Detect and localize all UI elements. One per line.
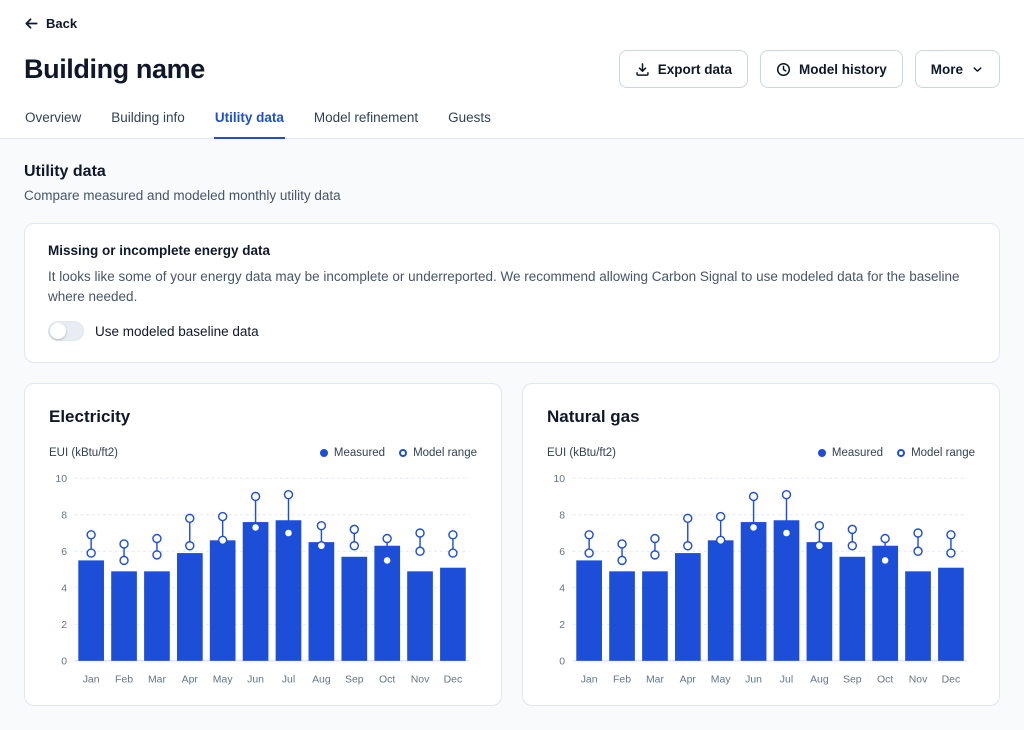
svg-text:Jul: Jul — [780, 675, 793, 686]
svg-text:Jun: Jun — [745, 675, 762, 686]
svg-text:Jan: Jan — [581, 675, 598, 686]
missing-data-alert: Missing or incomplete energy data It loo… — [24, 223, 1000, 363]
model-range-legend-dot — [897, 449, 905, 457]
tab-bar: Overview Building info Utility data Mode… — [0, 108, 1024, 139]
svg-text:Jan: Jan — [83, 675, 100, 686]
alert-body: It looks like some of your energy data m… — [48, 267, 976, 306]
svg-text:Dec: Dec — [942, 675, 961, 686]
svg-text:10: 10 — [553, 474, 565, 485]
model-range-legend-dot — [399, 449, 407, 457]
electricity-legend: Measured Model range — [320, 447, 477, 459]
svg-text:10: 10 — [55, 474, 67, 485]
svg-text:May: May — [711, 675, 732, 686]
svg-text:4: 4 — [61, 584, 67, 595]
section-title: Utility data — [24, 163, 1000, 181]
svg-text:Oct: Oct — [877, 675, 893, 686]
svg-text:May: May — [213, 675, 234, 686]
section-subtitle: Compare measured and modeled monthly uti… — [24, 188, 1000, 203]
natural-gas-bar-chart: 0 2 4 6 8 10 Jan Feb Mar Apr May Jun Jul Aug Sep Oct Nov… — [547, 463, 975, 691]
svg-text:6: 6 — [559, 547, 565, 558]
charts-grid: Electricity EUI (kBtu/ft2) Measured Mode… — [24, 383, 1000, 706]
tab-model-refinement[interactable]: Model refinement — [313, 108, 419, 139]
model-range-legend-label: Model range — [911, 447, 975, 459]
export-data-button[interactable]: Export data — [619, 50, 748, 88]
svg-text:Feb: Feb — [115, 675, 133, 686]
toggle-label: Use modeled baseline data — [95, 324, 259, 339]
export-data-label: Export data — [658, 62, 732, 77]
svg-text:Dec: Dec — [444, 675, 463, 686]
back-arrow-icon — [24, 16, 39, 31]
svg-text:Nov: Nov — [909, 675, 928, 686]
svg-text:2: 2 — [559, 620, 565, 631]
svg-text:Feb: Feb — [613, 675, 631, 686]
download-icon — [635, 62, 650, 77]
svg-text:Apr: Apr — [680, 675, 697, 686]
svg-text:Mar: Mar — [148, 675, 167, 686]
tab-guests[interactable]: Guests — [447, 108, 492, 139]
use-modeled-baseline-toggle[interactable] — [48, 321, 84, 341]
svg-text:Aug: Aug — [312, 675, 331, 686]
more-label: More — [931, 62, 963, 77]
page-header: Back Building name Export data — [0, 0, 1024, 139]
building-detail-page: Back Building name Export data — [0, 0, 1024, 730]
measured-legend-label: Measured — [832, 447, 883, 459]
svg-text:Jul: Jul — [282, 675, 295, 686]
measured-legend-dot — [818, 449, 826, 457]
svg-text:Oct: Oct — [379, 675, 395, 686]
natural-gas-legend: Measured Model range — [818, 447, 975, 459]
utility-data-panel: Utility data Compare measured and modele… — [0, 139, 1024, 730]
header-actions: Export data Model history More — [619, 50, 1000, 88]
svg-text:Nov: Nov — [411, 675, 430, 686]
model-history-button[interactable]: Model history — [760, 50, 903, 88]
svg-text:0: 0 — [61, 657, 67, 668]
svg-text:8: 8 — [559, 510, 565, 521]
measured-legend-label: Measured — [334, 447, 385, 459]
electricity-y-axis-label: EUI (kBtu/ft2) — [49, 447, 118, 459]
back-button[interactable]: Back — [24, 16, 77, 31]
natural-gas-chart-title: Natural gas — [547, 407, 975, 427]
electricity-chart-title: Electricity — [49, 407, 477, 427]
electricity-bar-chart: 0 2 4 6 8 10 Jan Feb Mar Apr May Jun Jul Aug Sep Oct Nov… — [49, 463, 477, 691]
tab-building-info[interactable]: Building info — [110, 108, 186, 139]
measured-legend-dot — [320, 449, 328, 457]
model-history-label: Model history — [799, 62, 887, 77]
back-label: Back — [46, 16, 77, 31]
tab-overview[interactable]: Overview — [24, 108, 82, 139]
toggle-knob — [50, 323, 66, 339]
electricity-chart-card: Electricity EUI (kBtu/ft2) Measured Mode… — [24, 383, 502, 706]
svg-text:2: 2 — [61, 620, 67, 631]
page-title: Building name — [24, 54, 205, 85]
model-range-legend-label: Model range — [413, 447, 477, 459]
natural-gas-chart-card: Natural gas EUI (kBtu/ft2) Measured Mode… — [522, 383, 1000, 706]
svg-text:Mar: Mar — [646, 675, 665, 686]
svg-text:4: 4 — [559, 584, 565, 595]
svg-text:0: 0 — [559, 657, 565, 668]
svg-text:Sep: Sep — [843, 675, 862, 686]
svg-text:Apr: Apr — [182, 675, 199, 686]
alert-title: Missing or incomplete energy data — [48, 243, 976, 258]
svg-text:Sep: Sep — [345, 675, 364, 686]
svg-text:6: 6 — [61, 547, 67, 558]
svg-text:Jun: Jun — [247, 675, 264, 686]
clock-icon — [776, 62, 791, 77]
natural-gas-y-axis-label: EUI (kBtu/ft2) — [547, 447, 616, 459]
svg-text:Aug: Aug — [810, 675, 829, 686]
more-button[interactable]: More — [915, 50, 1000, 88]
svg-text:8: 8 — [61, 510, 67, 521]
tab-utility-data[interactable]: Utility data — [214, 108, 285, 139]
chevron-down-icon — [971, 63, 984, 76]
